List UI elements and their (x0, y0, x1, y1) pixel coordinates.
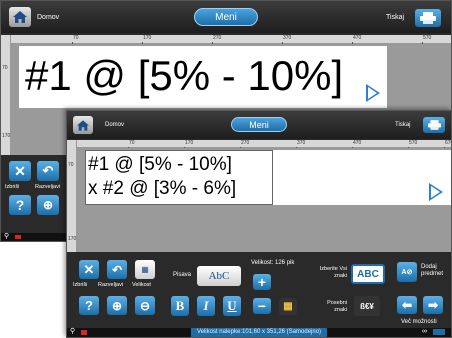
zoom-out-icon: ⊖ (139, 298, 151, 313)
home-icon (13, 11, 27, 23)
prev-button[interactable]: ⬅ (397, 296, 417, 314)
question-icon: ? (15, 197, 25, 213)
close-icon: ✕ (83, 261, 95, 277)
more-options-label: Več možnosti (401, 319, 437, 325)
font-size-text: Velikost: 126 pik (251, 260, 295, 266)
color-grid-icon: ▦ (283, 301, 293, 312)
vertical-ruler: 70 170 (67, 140, 77, 252)
label-area[interactable]: #1 @ [5% - 10%] x #2 @ [3% - 6%] (85, 150, 451, 205)
undo-icon: ↶ (42, 163, 54, 178)
label-text-line-1[interactable]: #1 @ [5% - 10%] (88, 153, 232, 177)
undo-icon: ↶ (111, 262, 123, 277)
undo-label: Razveljavi (98, 282, 124, 288)
zoom-in-button[interactable]: ⊕ (37, 195, 59, 215)
top-bar: Domov Meni Tiskaj (1, 1, 451, 33)
printer-icon (420, 12, 436, 24)
horizontal-ruler: 70 170 270 370 470 570 (11, 35, 451, 45)
edit-toolbar: ✕ ↶ ▦ Izbriši Razveljavi Velikost ? ⊕ ⊖ … (67, 252, 451, 330)
home-label: Domov (105, 122, 125, 128)
key-icon: ⚲ (4, 233, 10, 240)
undo-button[interactable]: ↶ (107, 260, 127, 279)
label-size-icon: ▦ (141, 265, 149, 274)
ribbon-indicator (433, 329, 445, 335)
label-size-status: Velikost nalepke:101,60 x 351,26 (Samode… (190, 328, 328, 337)
zoom-in-icon: ⊕ (111, 298, 123, 313)
back-status: ⚲ (1, 233, 67, 241)
question-icon: ? (85, 298, 93, 313)
menu-button[interactable]: Meni (231, 117, 287, 132)
add-object-button[interactable]: A⊘ (397, 262, 417, 282)
zoom-out-button[interactable]: ⊖ (135, 296, 155, 315)
label-size-button[interactable]: ▦ (135, 260, 155, 279)
close-icon: ✕ (14, 162, 26, 179)
select-all-label: Izberite Vsi znaki (319, 266, 347, 279)
print-label: Tiskaj (395, 122, 411, 128)
print-label: Tiskaj (386, 14, 405, 21)
print-button[interactable] (423, 117, 445, 133)
increase-size-button[interactable]: + (253, 274, 271, 290)
key-icon: ⚲ (70, 328, 76, 335)
ribbon-icon: ∞ (422, 328, 427, 335)
italic-button[interactable]: I (197, 296, 215, 316)
zoom-in-button[interactable]: ⊕ (107, 296, 127, 315)
special-chars-button[interactable]: ß€¥ (354, 296, 380, 316)
bold-button[interactable]: B (171, 296, 189, 316)
underline-button[interactable]: U (223, 296, 241, 316)
vertical-ruler: 70 170 (1, 35, 11, 155)
size-label: Velikost (132, 282, 151, 288)
font-label: Pisava (173, 272, 192, 278)
battery-indicator (15, 235, 21, 239)
abc-button[interactable]: ABC (351, 264, 385, 284)
battery-indicator (81, 330, 87, 335)
printer-icon (427, 120, 441, 130)
top-bar: Domov Meni Tiskaj (67, 111, 451, 139)
label-text-line-2[interactable]: x #2 @ [3% - 6%] (88, 177, 236, 201)
help-button[interactable]: ? (9, 195, 31, 215)
delete-label: Izbriši (73, 282, 88, 288)
zoom-in-icon: ⊕ (42, 198, 54, 212)
arrow-right-icon: ➡ (427, 298, 439, 312)
special-chars-label: Posebni znaki (327, 300, 347, 313)
undo-label: Razveljavi (35, 184, 61, 190)
next-arrow-icon[interactable] (366, 84, 380, 102)
undo-button[interactable]: ↶ (37, 161, 59, 181)
label-canvas: #1 @ [5% - 10%] x #2 @ [3% - 6%] (77, 148, 451, 252)
home-button[interactable] (9, 7, 31, 27)
arrow-left-icon: ⬅ (401, 298, 413, 312)
label-area[interactable]: #1 @ [5% - 10%] (19, 46, 387, 108)
font-button[interactable]: AbC (197, 266, 241, 286)
print-button[interactable] (415, 9, 441, 27)
delete-button[interactable]: ✕ (79, 260, 99, 279)
decrease-size-button[interactable]: − (253, 298, 271, 314)
back-toolbar: ✕ ↶ Izbriši Razveljavi ? ⊕ (1, 155, 67, 235)
status-bar: ⚲ Velikost nalepke:101,60 x 351,26 (Samo… (67, 328, 451, 337)
delete-button[interactable]: ✕ (9, 161, 31, 181)
front-screen: Domov Meni Tiskaj 70 170 270 370 470 570… (66, 110, 452, 338)
menu-button[interactable]: Meni (194, 8, 258, 26)
home-button[interactable] (73, 116, 93, 134)
text-box[interactable]: #1 @ [5% - 10%] x #2 @ [3% - 6%] (85, 150, 273, 205)
home-label: Domov (37, 13, 60, 21)
label-text-line[interactable]: #1 @ [5% - 10%] (25, 52, 343, 100)
horizontal-ruler: 70 170 270 370 470 570 670 (77, 140, 451, 150)
home-icon (77, 119, 89, 131)
next-button[interactable]: ➡ (423, 296, 443, 314)
color-button[interactable]: ▦ (279, 298, 297, 315)
delete-label: Izbriši (5, 184, 20, 190)
help-button[interactable]: ? (79, 296, 99, 315)
add-object-label: Dodaj predmet (421, 264, 444, 277)
next-arrow-icon[interactable] (429, 183, 443, 201)
